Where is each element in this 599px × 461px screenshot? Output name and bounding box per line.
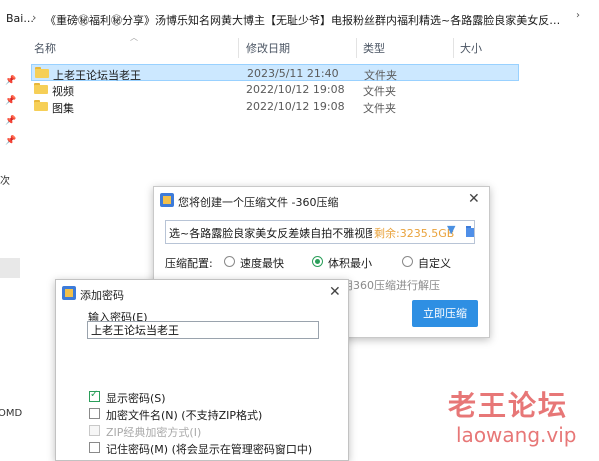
close-icon[interactable]: ✕: [468, 191, 480, 207]
column-header-size[interactable]: 大小: [460, 40, 482, 58]
add-password-dialog: 添加密码 ✕ 输入密码(E) 显示密码(S) 加密文件名(N) (不支持ZIP格…: [55, 279, 349, 461]
radio-label[interactable]: 自定义: [418, 255, 451, 271]
pin-icon[interactable]: 📌: [5, 76, 16, 86]
watermark-url: laowang.vip: [456, 423, 577, 447]
column-divider[interactable]: [238, 38, 239, 58]
dialog-title: 添加密码: [80, 289, 124, 302]
nav-item-label[interactable]: 次: [0, 172, 10, 187]
show-password-checkbox[interactable]: [89, 389, 100, 402]
file-name: 图集: [52, 102, 74, 115]
nav-item-label[interactable]: OMD: [0, 408, 22, 419]
column-header-name[interactable]: 名称: [34, 40, 56, 58]
column-divider[interactable]: [356, 38, 357, 58]
file-modified: 2022/10/12 19:08: [246, 83, 345, 96]
radio-size-smallest[interactable]: [312, 256, 323, 267]
dialog-titlebar[interactable]: 添加密码 ✕: [56, 280, 348, 306]
file-row[interactable]: 图集 2022/10/12 19:08 文件夹: [31, 98, 519, 115]
file-name: 视频: [52, 85, 74, 98]
pin-icon[interactable]: 📌: [5, 96, 16, 106]
folder-icon: [35, 67, 49, 78]
nav-item-selected[interactable]: [0, 258, 20, 278]
password-input[interactable]: [87, 321, 319, 339]
file-modified: 2022/10/12 19:08: [246, 100, 345, 113]
folder-icon: [34, 100, 48, 111]
watermark-text: 老王论坛: [448, 389, 569, 422]
checkbox-label[interactable]: 显示密码(S): [106, 390, 166, 406]
encrypt-filenames-checkbox[interactable]: [89, 408, 100, 419]
pin-icon[interactable]: 📌: [5, 116, 16, 126]
checkbox-label[interactable]: 加密文件名(N) (不支持ZIP格式): [106, 407, 262, 423]
free-space-label: 剩余:3235.5GB: [372, 225, 455, 241]
app-logo-icon: [160, 193, 174, 207]
file-modified: 2023/5/11 21:40: [247, 67, 339, 80]
pin-icon[interactable]: 📌: [5, 136, 16, 146]
archive-path-value: 选~各路露脸良家美女反差婊自拍不雅视图.7z: [169, 227, 393, 240]
file-type: 文件夹: [363, 85, 396, 98]
column-header-type[interactable]: 类型: [363, 40, 385, 58]
file-row[interactable]: 视频 2022/10/12 19:08 文件夹: [31, 81, 519, 98]
radio-label[interactable]: 速度最快: [240, 255, 284, 271]
chevron-right-icon: ›: [32, 11, 37, 24]
folder-icon: [34, 83, 48, 94]
dialog-titlebar[interactable]: 您将创建一个压缩文件 -360压缩 ✕: [154, 187, 489, 213]
compression-config-label: 压缩配置:: [165, 257, 213, 270]
extract-hint-text: 用360压缩进行解压: [342, 279, 440, 292]
navigation-pane: 📌 📌 📌 📌 次 OMD: [0, 36, 22, 457]
breadcrumb-root[interactable]: Bai...: [6, 12, 34, 25]
radio-label[interactable]: 体积最小: [328, 255, 372, 271]
dropdown-arrow-icon[interactable]: ▼: [447, 223, 455, 236]
app-logo-icon: [62, 286, 76, 300]
column-divider[interactable]: [453, 38, 454, 58]
close-icon[interactable]: ✕: [329, 284, 341, 300]
chevron-right-icon[interactable]: ›: [576, 10, 580, 21]
radio-custom[interactable]: [402, 256, 413, 267]
file-row[interactable]: 上老王论坛当老王 2023/5/11 21:40 文件夹: [31, 64, 519, 82]
remember-password-checkbox[interactable]: [89, 442, 100, 453]
address-breadcrumb[interactable]: Bai... › 《重磅㊙福利㊙分享》汤博乐知名网黄大博主【无耻少爷】电报粉丝群…: [0, 0, 599, 36]
start-compress-button[interactable]: 立即压缩: [412, 300, 478, 327]
archive-path-field[interactable]: 选~各路露脸良家美女反差婊自拍不雅视图.7z 剩余:3235.5GB ▼: [165, 220, 475, 244]
zip-classic-encryption-checkbox[interactable]: [89, 425, 100, 436]
breadcrumb-current-folder[interactable]: 《重磅㊙福利㊙分享》汤博乐知名网黄大博主【无耻少爷】电报粉丝群内福利精选~各路露…: [45, 12, 565, 28]
checkbox-label: ZIP经典加密方式(I): [106, 426, 202, 439]
column-header-modified[interactable]: 修改日期: [246, 40, 290, 58]
sort-caret-icon: ︿: [130, 33, 138, 42]
checkbox-label[interactable]: 记住密码(M) (将会显示在管理密码窗口中): [106, 441, 312, 457]
dialog-title: 您将创建一个压缩文件 -360压缩: [178, 196, 339, 209]
browse-folder-icon[interactable]: [466, 226, 474, 237]
radio-speed-fastest[interactable]: [224, 256, 235, 267]
file-type: 文件夹: [363, 102, 396, 115]
